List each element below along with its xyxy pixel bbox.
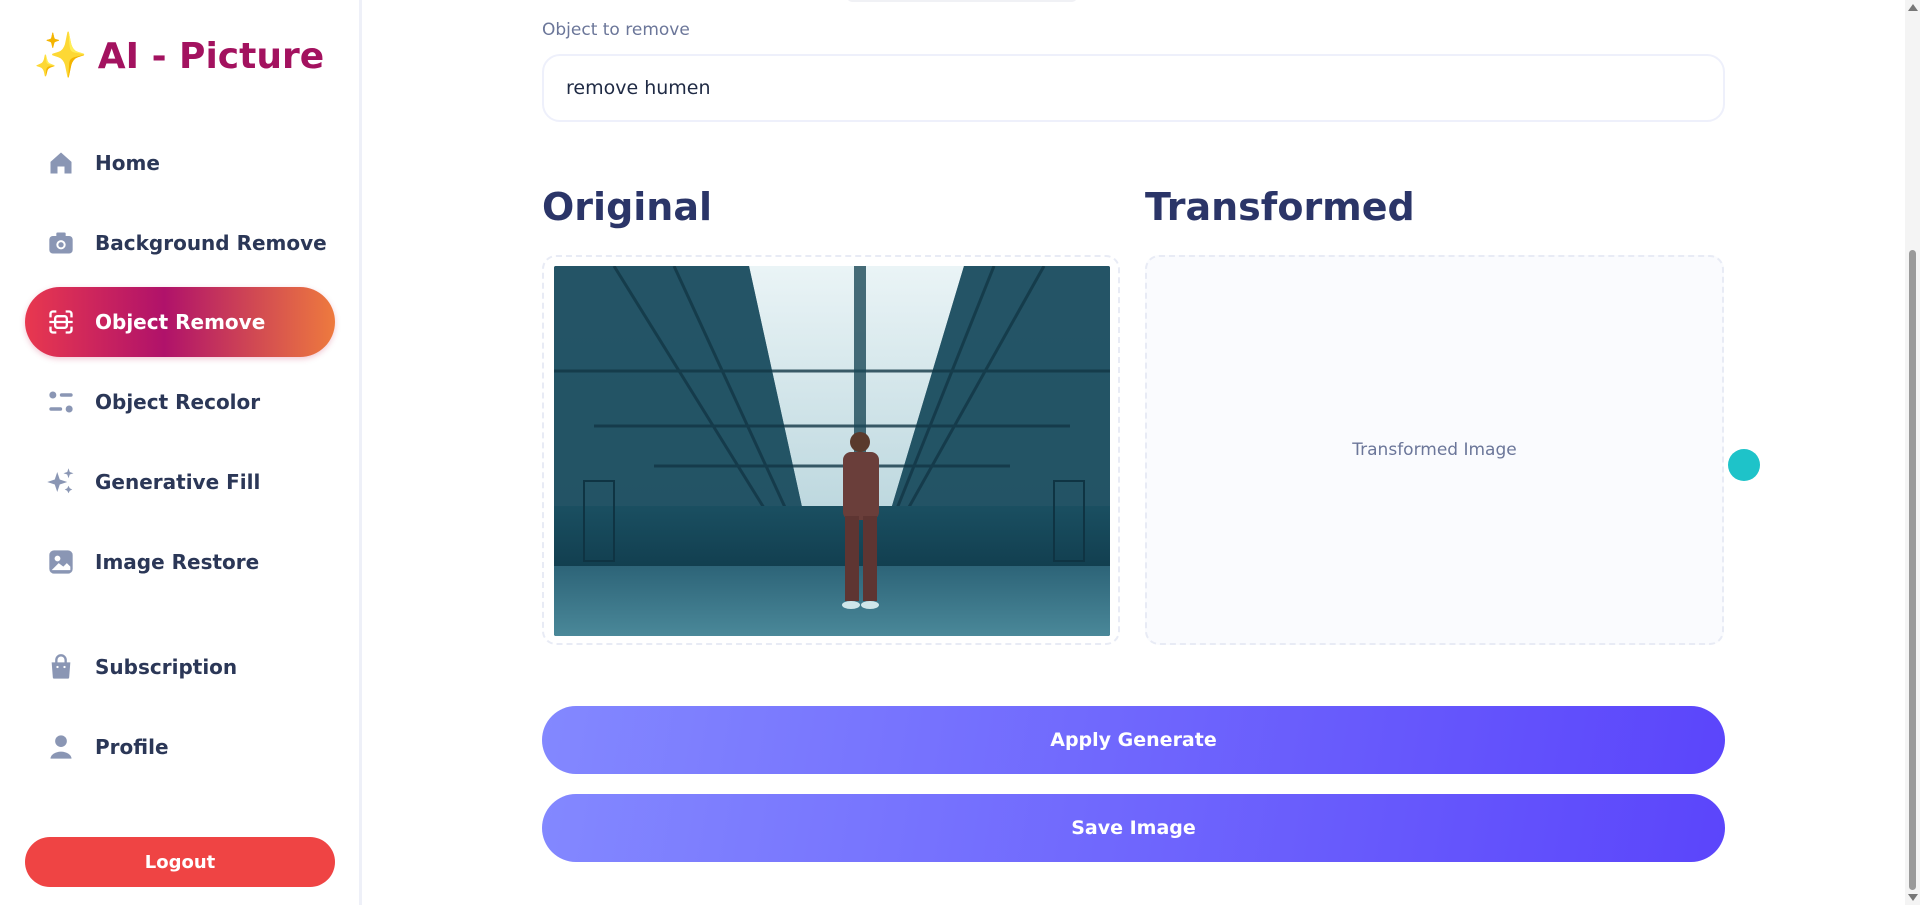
page-scrollbar[interactable] [1905,0,1920,905]
sidebar-item-label: Generative Fill [95,470,261,494]
bag-icon [45,651,77,683]
sidebar-item-background-remove[interactable]: Background Remove [25,208,335,278]
sidebar-item-label: Profile [95,735,169,759]
scan-icon [45,306,77,338]
sidebar-item-label: Object Recolor [95,390,261,414]
sidebar-item-label: Subscription [95,655,238,679]
object-to-remove-input[interactable] [542,54,1725,122]
home-icon [45,147,77,179]
floating-indicator-dot[interactable] [1728,449,1760,481]
transformed-title: Transformed [1145,185,1415,229]
app-logo[interactable]: ✨ AI - Picture [33,34,324,78]
sidebar-item-profile[interactable]: Profile [25,712,335,782]
transformed-placeholder: Transformed Image [1352,440,1517,460]
scroll-up-icon[interactable] [1908,4,1918,11]
sidebar-item-label: Image Restore [95,550,260,574]
sidebar-item-home[interactable]: Home [25,128,335,198]
filter-icon [45,386,77,418]
logout-button[interactable]: Logout [25,837,335,887]
main-content: Object to remove Original Transformed [365,0,1905,905]
user-icon [45,731,77,763]
camera-icon [45,227,77,259]
sidebar: ✨ AI - Picture Home Background Remove Ob… [0,0,362,905]
sidebar-item-object-remove[interactable]: Object Remove [25,287,335,357]
sidebar-item-label: Background Remove [95,231,327,255]
scroll-down-icon[interactable] [1908,894,1918,901]
top-edge-element [847,0,1077,2]
app-title: AI - Picture [97,35,325,77]
scrollbar-thumb[interactable] [1909,250,1916,890]
original-image [554,266,1110,636]
sidebar-item-image-restore[interactable]: Image Restore [25,527,335,597]
image-icon [45,546,77,578]
original-image-panel [542,255,1120,645]
apply-generate-button[interactable]: Apply Generate [542,706,1725,774]
sidebar-item-subscription[interactable]: Subscription [25,632,335,702]
object-field-label: Object to remove [542,20,690,40]
sidebar-item-object-recolor[interactable]: Object Recolor [25,367,335,437]
sparkles-logo-icon: ✨ [33,30,88,81]
sidebar-item-label: Home [95,151,160,175]
save-image-button[interactable]: Save Image [542,794,1725,862]
sidebar-item-label: Object Remove [95,310,266,334]
transformed-image-panel: Transformed Image [1145,255,1724,645]
sparkles-icon [45,466,77,498]
original-title: Original [542,185,713,229]
sidebar-item-generative-fill[interactable]: Generative Fill [25,447,335,517]
